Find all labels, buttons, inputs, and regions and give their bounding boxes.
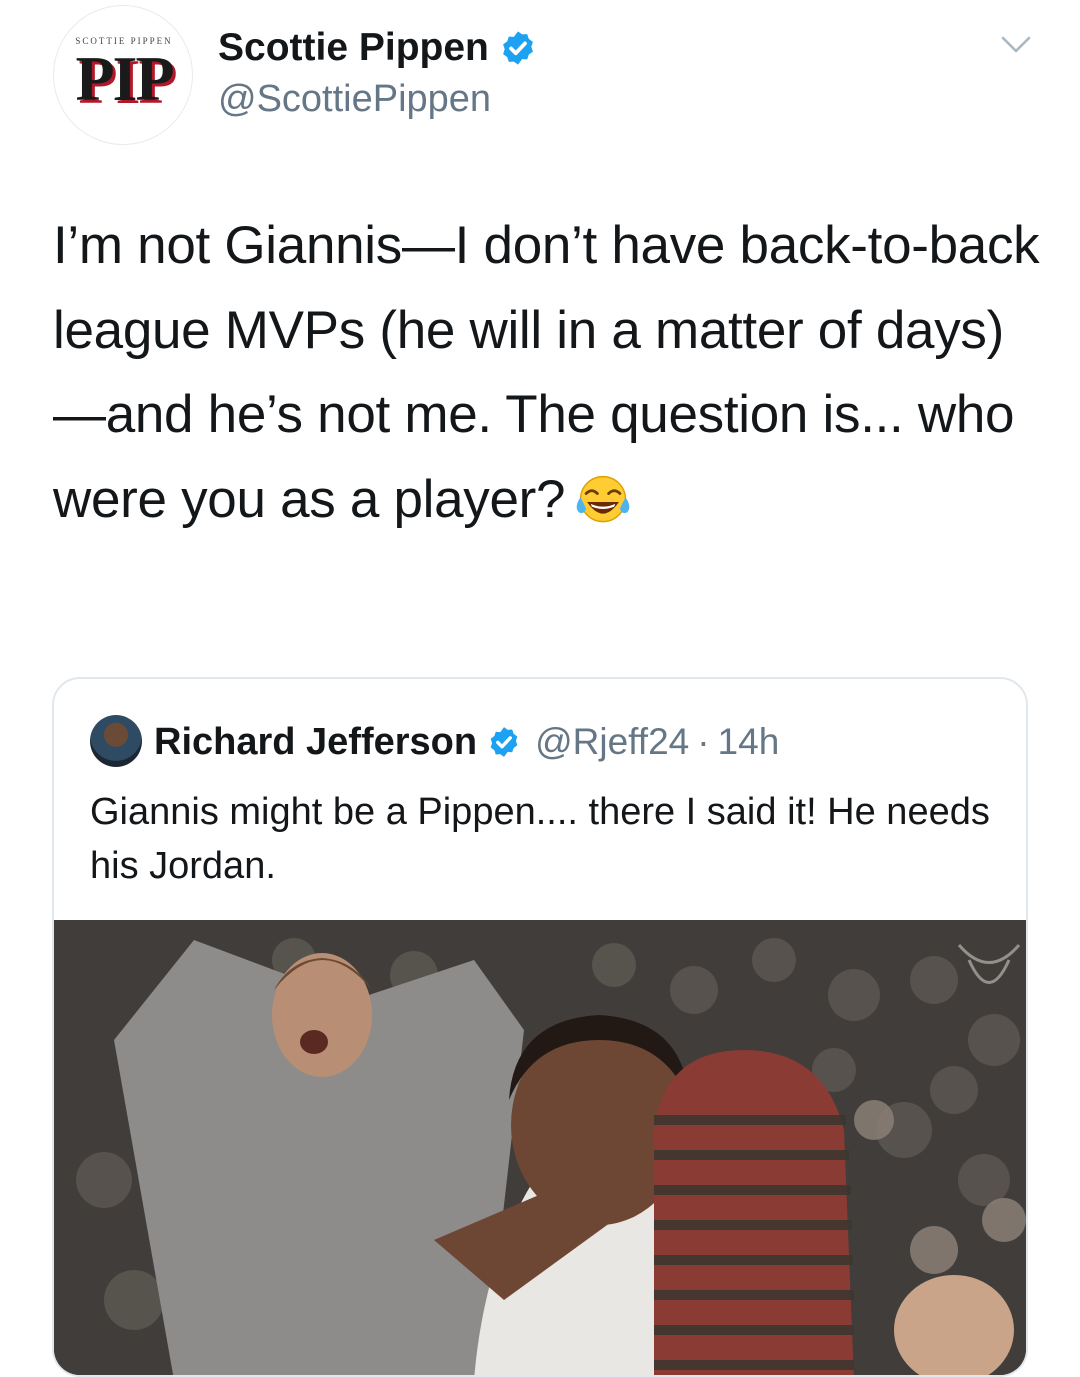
- verified-badge-icon: [502, 31, 533, 65]
- quoted-author-avatar[interactable]: [90, 715, 142, 767]
- author-name[interactable]: Scottie Pippen: [218, 26, 489, 70]
- timestamp-separator: ·: [697, 721, 710, 762]
- tweet-text: I’m not Giannis—I don’t have back-to-bac…: [53, 204, 1043, 542]
- author-avatar[interactable]: SCOTTIE PIPPEN PIP: [53, 5, 193, 145]
- laughing-tears-emoji-icon: [576, 475, 630, 522]
- quoted-tweet[interactable]: Richard Jefferson @Rjeff24 · 14h Giannis…: [52, 677, 1028, 1377]
- quoted-tweet-text: Giannis might be a Pippen.... there I sa…: [90, 791, 990, 887]
- tweet-card[interactable]: SCOTTIE PIPPEN PIP Scottie Pippen @Scott…: [0, 0, 1080, 1377]
- author-handle[interactable]: @ScottiePippen: [218, 78, 491, 121]
- quoted-author-name[interactable]: Richard Jefferson: [154, 721, 477, 764]
- avatar-logo-main: PIP: [75, 43, 174, 114]
- chevron-down-icon[interactable]: [1000, 34, 1032, 56]
- author-name-row: Scottie Pippen: [218, 22, 537, 74]
- quoted-author-row: Richard Jefferson @Rjeff24 · 14h: [154, 715, 779, 769]
- crowd-photo: [54, 920, 1026, 1375]
- quoted-author-handle[interactable]: @Rjeff24: [535, 721, 689, 763]
- quoted-media-gif[interactable]: [54, 920, 1026, 1375]
- quoted-timestamp[interactable]: 14h: [718, 721, 780, 763]
- verified-badge-icon: [490, 727, 518, 757]
- tweet-text-content: I’m not Giannis—I don’t have back-to-bac…: [53, 216, 1040, 529]
